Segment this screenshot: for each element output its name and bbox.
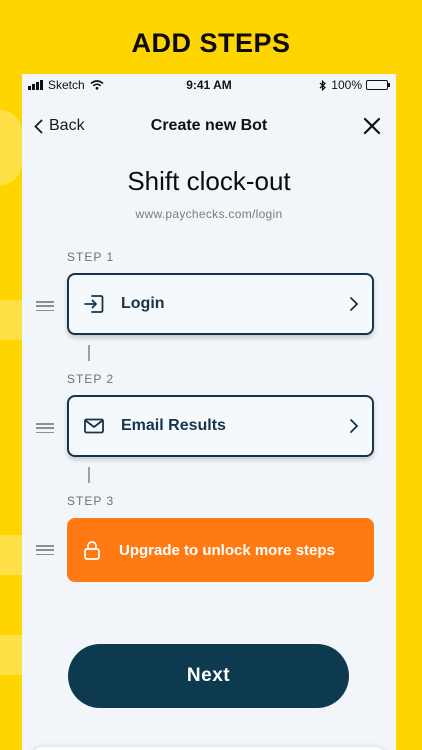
- status-bar: Sketch 9:41 AM 100%: [22, 74, 396, 96]
- chevron-right-icon: [350, 297, 359, 311]
- bluetooth-icon: [319, 79, 327, 91]
- close-icon[interactable]: [362, 116, 382, 136]
- drag-handle-icon[interactable]: [36, 423, 54, 433]
- wifi-icon: [90, 80, 104, 90]
- upgrade-button[interactable]: Upgrade to unlock more steps: [67, 518, 374, 582]
- promo-headline: ADD STEPS: [131, 28, 291, 58]
- step-title: Email Results: [121, 417, 226, 434]
- background-decoration: [0, 300, 22, 340]
- carrier-label: Sketch: [48, 78, 85, 92]
- background-decoration: [0, 535, 22, 575]
- background-decoration: [0, 110, 22, 185]
- status-right: 100%: [319, 78, 390, 92]
- phone-screen: Sketch 9:41 AM 100% Back Create new Bot …: [22, 74, 396, 750]
- next-button[interactable]: Next: [68, 644, 349, 708]
- nav-title: Create new Bot: [150, 117, 268, 134]
- signal-icon: [28, 80, 43, 90]
- login-icon: [84, 295, 104, 313]
- nav-bar: Back Create new Bot: [22, 114, 396, 138]
- step-1-label: STEP 1: [67, 250, 115, 264]
- battery-percent: 100%: [331, 78, 362, 92]
- envelope-icon: [84, 418, 104, 434]
- step-connector: [88, 345, 90, 361]
- step-card-login[interactable]: Login: [67, 273, 374, 335]
- chevron-right-icon: [350, 419, 359, 433]
- upgrade-label: Upgrade to unlock more steps: [119, 541, 335, 559]
- lock-icon: [84, 541, 100, 560]
- battery-icon: [366, 80, 390, 90]
- step-card-email-results[interactable]: Email Results: [67, 395, 374, 457]
- step-connector: [88, 467, 90, 483]
- step-title: Login: [121, 295, 165, 312]
- drag-handle-icon[interactable]: [36, 301, 54, 311]
- background-decoration: [0, 635, 22, 675]
- step-3-label: STEP 3: [67, 494, 115, 508]
- drag-handle-icon[interactable]: [36, 545, 54, 555]
- step-2-label: STEP 2: [67, 372, 115, 386]
- bot-title: Shift clock-out: [127, 166, 291, 196]
- bot-url: www.paychecks.com/login: [135, 207, 283, 221]
- status-left: Sketch: [28, 78, 104, 92]
